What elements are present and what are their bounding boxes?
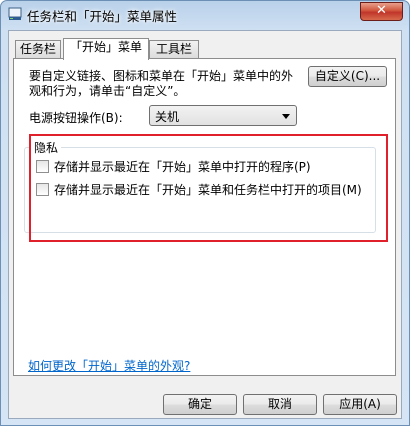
title-bar: 任务栏和「开始」菜单属性 ✕ <box>1 1 409 29</box>
client-area: 任务栏 「开始」菜单 工具栏 要自定义链接、图标和菜单在「开始」菜单中的外观和行… <box>8 30 402 419</box>
power-button-select[interactable]: 关机 <box>149 105 297 126</box>
chevron-down-icon <box>282 114 290 119</box>
tab-toolbars[interactable]: 工具栏 <box>149 40 199 58</box>
highlight-box <box>29 134 388 242</box>
power-button-label: 电源按钮操作(B): <box>29 111 123 125</box>
window-title: 任务栏和「开始」菜单属性 <box>27 9 178 24</box>
help-link[interactable]: 如何更改「开始」菜单的外观? <box>28 357 190 374</box>
customize-description: 要自定义链接、图标和菜单在「开始」菜单中的外观和行为，请单击“自定义”。 <box>29 69 294 98</box>
dialog-window: 任务栏和「开始」菜单属性 ✕ 任务栏 「开始」菜单 工具栏 要自定义链接、图标和… <box>0 0 410 426</box>
close-icon: ✕ <box>376 3 387 18</box>
taskbar-properties-icon <box>8 7 22 20</box>
start-menu-panel: 要自定义链接、图标和菜单在「开始」菜单中的外观和行为，请单击“自定义”。 自定义… <box>13 58 396 376</box>
apply-button[interactable]: 应用(A) <box>323 394 397 415</box>
tab-taskbar[interactable]: 任务栏 <box>15 40 61 58</box>
cancel-button[interactable]: 取消 <box>243 394 317 415</box>
power-button-value: 关机 <box>155 110 180 124</box>
customize-button[interactable]: 自定义(C)... <box>308 66 387 87</box>
ok-button[interactable]: 确定 <box>163 394 237 415</box>
tab-start-menu[interactable]: 「开始」菜单 <box>63 38 149 60</box>
close-button[interactable]: ✕ <box>360 2 403 21</box>
